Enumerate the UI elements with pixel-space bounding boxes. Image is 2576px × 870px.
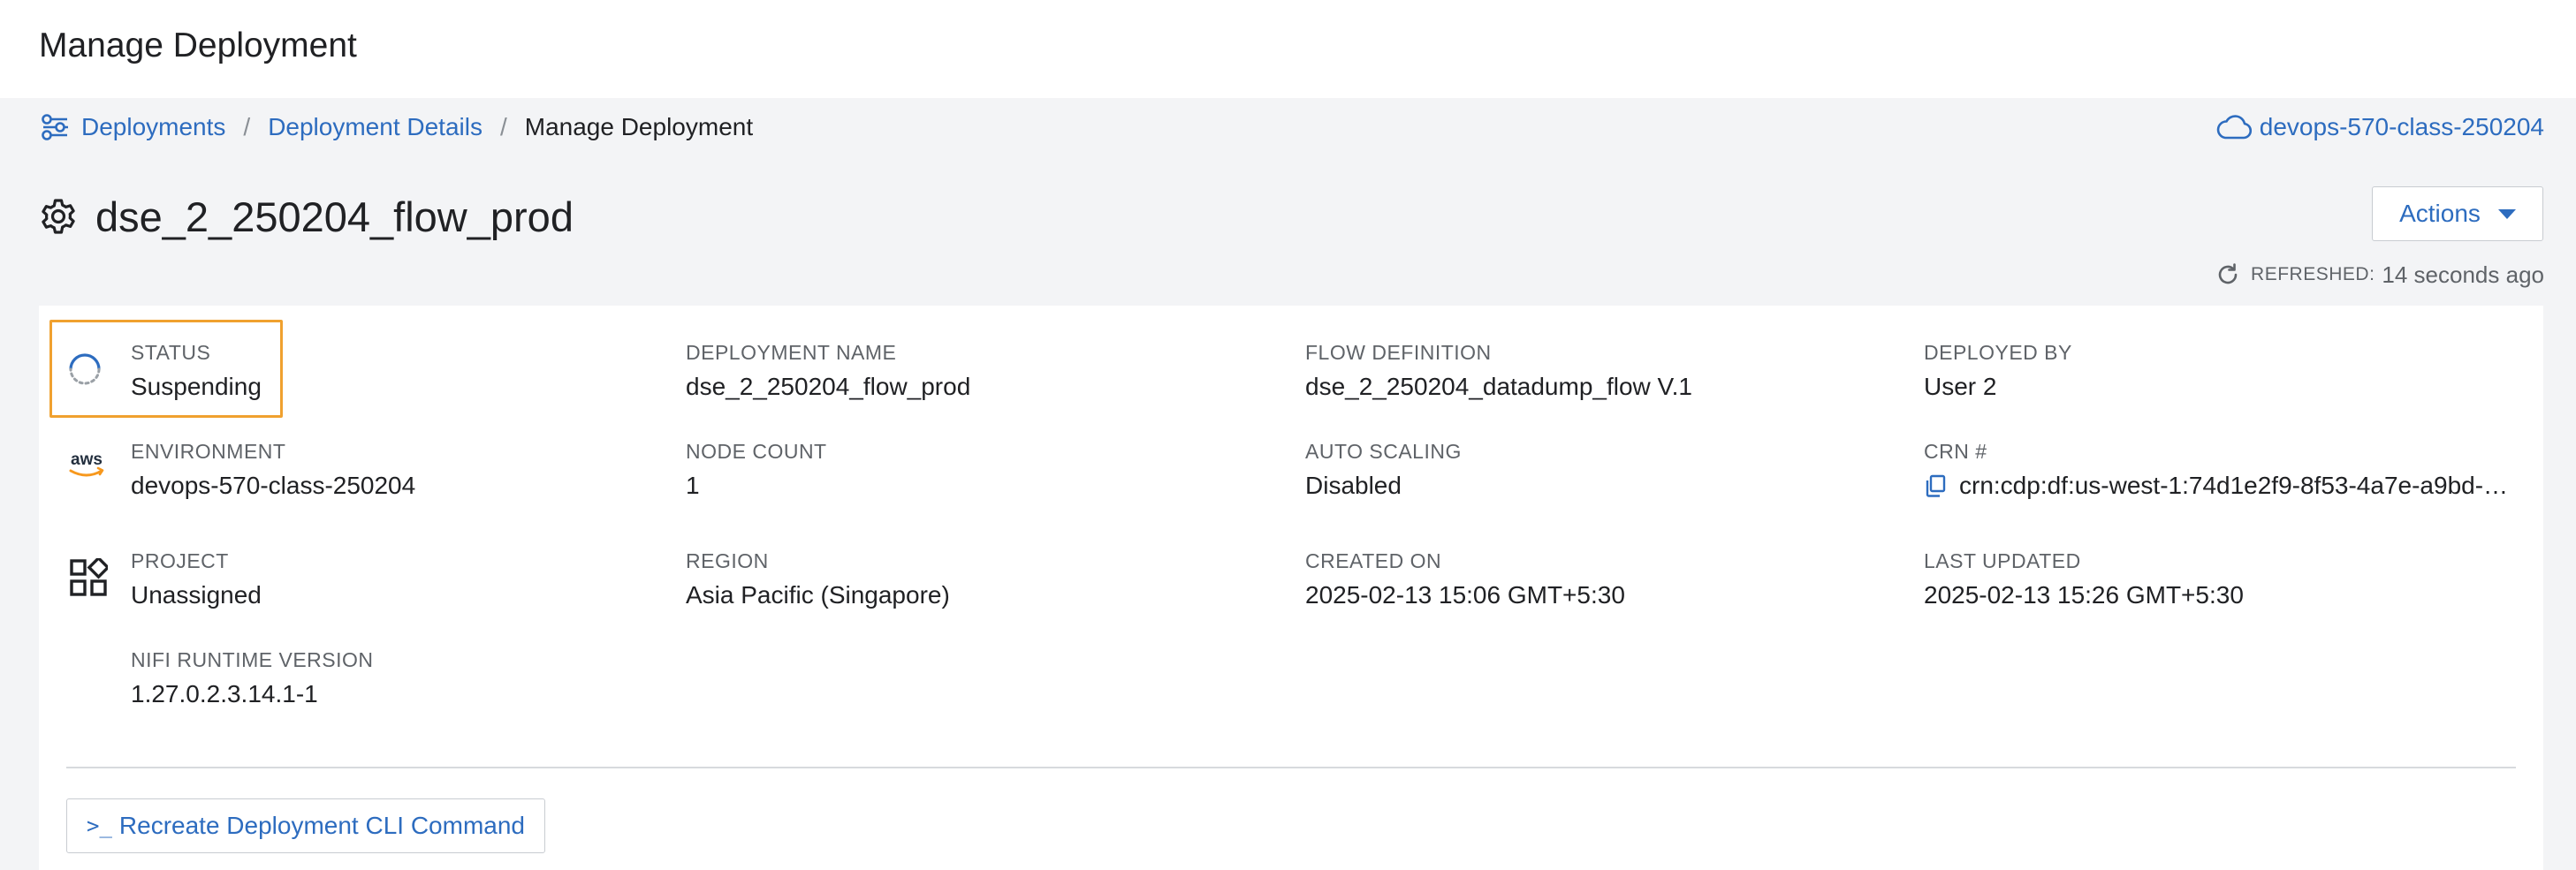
crn-value: crn:cdp:df:us-west-1:74d1e2f9-8f53-4a7e-… <box>1959 472 2516 499</box>
nifi-runtime-value: 1.27.0.2.3.14.1-1 <box>131 680 318 707</box>
environment-link[interactable]: devops-570-class-250204 <box>2215 110 2544 145</box>
deployment-heading: dse_2_250204_flow_prod <box>39 190 574 243</box>
project-field: PROJECT Unassigned <box>131 548 262 613</box>
breadcrumb-current: Manage Deployment <box>524 113 754 140</box>
deployment-details-panel: aws STATUS Suspending DEPLOYMENT NAME ds… <box>39 306 2543 870</box>
project-label: PROJECT <box>131 549 229 572</box>
auto-scaling-value: Disabled <box>1305 472 1402 499</box>
flow-definition-value: dse_2_250204_datadump_flow V.1 <box>1305 373 1693 400</box>
deployment-name-value: dse_2_250204_flow_prod <box>686 373 971 400</box>
status-value: Suspending <box>131 373 262 400</box>
deployed-by-label: DEPLOYED BY <box>1924 341 2072 364</box>
top-bar: Manage Deployment <box>0 0 2576 98</box>
node-count-field: NODE COUNT 1 <box>686 438 827 503</box>
refresh-icon[interactable] <box>2215 262 2240 287</box>
project-value: Unassigned <box>131 581 262 609</box>
recreate-cli-command-label: Recreate Deployment CLI Command <box>118 812 525 839</box>
crn-field: CRN # crn:cdp:df:us-west-1:74d1e2f9-8f53… <box>1924 438 2516 503</box>
deployment-name-label: DEPLOYMENT NAME <box>686 341 897 364</box>
actions-dropdown-button[interactable]: Actions <box>2372 186 2543 241</box>
deployed-by-value: User 2 <box>1924 373 1997 400</box>
status-field: STATUS Suspending <box>131 339 262 405</box>
refreshed-label: REFRESHED: <box>2251 264 2375 284</box>
flow-definition-label: FLOW DEFINITION <box>1305 341 1492 364</box>
auto-scaling-field: AUTO SCALING Disabled <box>1305 438 1462 503</box>
terminal-icon: >_ <box>87 813 112 838</box>
crn-value-row: crn:cdp:df:us-west-1:74d1e2f9-8f53-4a7e-… <box>1924 468 2516 503</box>
recreate-cli-command-button[interactable]: >_ Recreate Deployment CLI Command <box>66 798 545 853</box>
nifi-runtime-label: NIFI RUNTIME VERSION <box>131 648 374 671</box>
page-title: Manage Deployment <box>39 26 357 64</box>
breadcrumb-deployment-details-link[interactable]: Deployment Details <box>268 113 483 141</box>
deployments-icon <box>42 114 68 140</box>
nifi-runtime-field: NIFI RUNTIME VERSION 1.27.0.2.3.14.1-1 <box>131 647 374 712</box>
last-updated-value: 2025-02-13 15:26 GMT+5:30 <box>1924 581 2244 609</box>
created-on-label: CREATED ON <box>1305 549 1442 572</box>
project-grid-icon <box>70 558 108 596</box>
node-count-label: NODE COUNT <box>686 440 827 463</box>
deployed-by-field: DEPLOYED BY User 2 <box>1924 339 2072 405</box>
refreshed-value: 14 seconds ago <box>2382 261 2544 288</box>
environment-value: devops-570-class-250204 <box>131 472 416 499</box>
caret-down-icon <box>2497 208 2516 219</box>
last-updated-field: LAST UPDATED 2025-02-13 15:26 GMT+5:30 <box>1924 548 2244 613</box>
environment-link-label: devops-570-class-250204 <box>2259 113 2544 140</box>
divider <box>66 767 2516 768</box>
deployment-name-field: DEPLOYMENT NAME dse_2_250204_flow_prod <box>686 339 970 405</box>
auto-scaling-label: AUTO SCALING <box>1305 440 1462 463</box>
environment-field: ENVIRONMENT devops-570-class-250204 <box>131 438 415 503</box>
region-field: REGION Asia Pacific (Singapore) <box>686 548 950 613</box>
cloud-icon <box>2216 115 2252 140</box>
created-on-field: CREATED ON 2025-02-13 15:06 GMT+5:30 <box>1305 548 1625 613</box>
region-label: REGION <box>686 549 769 572</box>
created-on-value: 2025-02-13 15:06 GMT+5:30 <box>1305 581 1625 609</box>
breadcrumb-deployments-link[interactable]: Deployments <box>81 113 225 141</box>
copy-icon[interactable] <box>1924 473 1947 498</box>
breadcrumb-separator: / <box>499 113 507 140</box>
actions-label: Actions <box>2399 200 2481 227</box>
node-count-value: 1 <box>686 472 700 499</box>
environment-label: ENVIRONMENT <box>131 440 286 463</box>
flow-definition-field: FLOW DEFINITION dse_2_250204_datadump_fl… <box>1305 339 1692 405</box>
refresh-status: REFRESHED: 14 seconds ago <box>2215 260 2544 290</box>
spinner-icon <box>69 353 101 385</box>
aws-icon: aws <box>65 449 108 484</box>
breadcrumb: Deployments / Deployment Details / Manag… <box>41 110 753 145</box>
gear-icon <box>42 199 75 234</box>
status-label: STATUS <box>131 341 211 364</box>
deployment-title: dse_2_250204_flow_prod <box>95 193 574 240</box>
region-value: Asia Pacific (Singapore) <box>686 581 950 609</box>
aws-icon-text: aws <box>71 450 103 469</box>
last-updated-label: LAST UPDATED <box>1924 549 2081 572</box>
crn-label: CRN # <box>1924 440 1987 463</box>
breadcrumb-separator: / <box>243 113 251 140</box>
